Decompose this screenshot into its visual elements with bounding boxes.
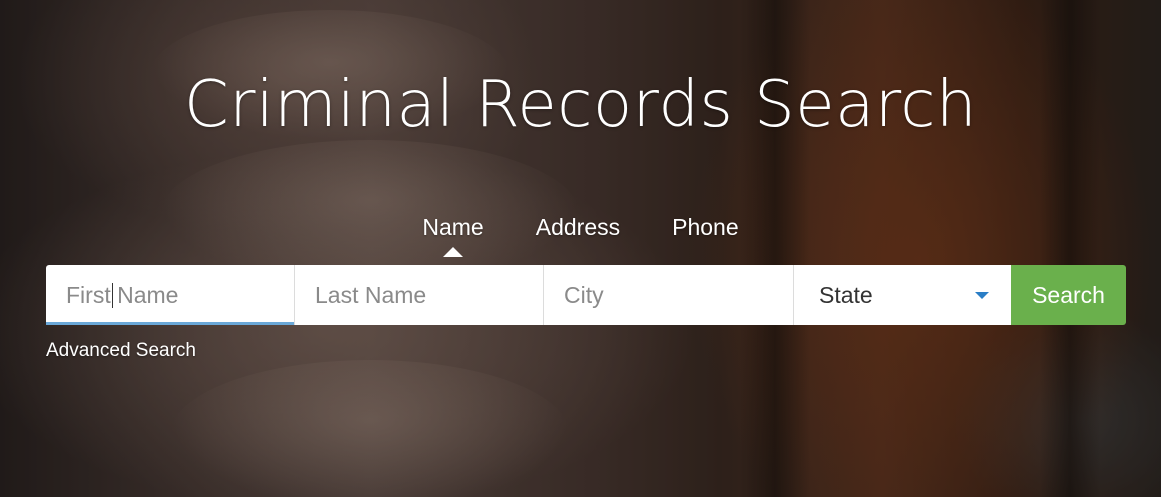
advanced-search-link[interactable]: Advanced Search [46, 340, 196, 362]
search-form: State Search [46, 265, 1126, 325]
last-name-field-wrapper [295, 265, 544, 325]
city-field-wrapper [544, 265, 794, 325]
state-select[interactable]: State [794, 265, 1011, 325]
tab-name[interactable]: Name [422, 210, 484, 257]
tab-phone[interactable]: Phone [672, 210, 739, 255]
focus-underline [46, 322, 294, 325]
tab-address[interactable]: Address [536, 210, 620, 255]
search-button[interactable]: Search [1011, 265, 1126, 325]
text-cursor [112, 283, 113, 308]
state-select-value: State [819, 282, 873, 308]
page-title: Criminal Records Search [184, 68, 977, 142]
first-name-input[interactable] [46, 265, 294, 325]
search-type-tabs: Name Address Phone [0, 210, 1161, 257]
first-name-field-wrapper [46, 265, 295, 325]
hero-background: Criminal Records Search Name Address Pho… [0, 0, 1161, 497]
chevron-down-icon [975, 292, 989, 299]
city-input[interactable] [544, 265, 793, 325]
last-name-input[interactable] [295, 265, 543, 325]
